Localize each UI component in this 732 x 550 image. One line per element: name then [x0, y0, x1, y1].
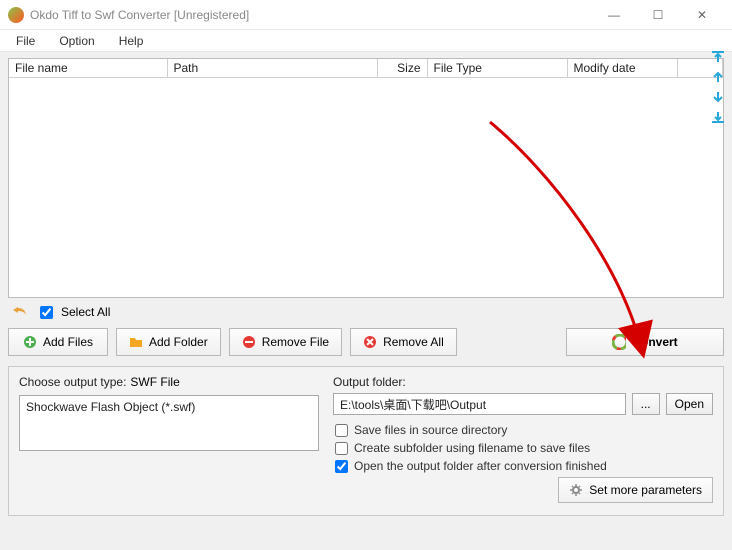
- menu-file[interactable]: File: [6, 32, 45, 50]
- open-after-label: Open the output folder after conversion …: [354, 459, 607, 473]
- col-filetype[interactable]: File Type: [427, 59, 567, 78]
- col-size[interactable]: Size: [377, 59, 427, 78]
- remove-all-icon: [363, 335, 377, 349]
- add-folder-button[interactable]: Add Folder: [116, 328, 221, 356]
- browse-button[interactable]: ...: [632, 393, 660, 415]
- app-icon: [8, 7, 24, 23]
- window-title: Okdo Tiff to Swf Converter [Unregistered…: [30, 8, 592, 22]
- remove-all-button[interactable]: Remove All: [350, 328, 457, 356]
- open-folder-button[interactable]: Open: [666, 393, 713, 415]
- menu-option[interactable]: Option: [49, 32, 104, 50]
- output-folder-input[interactable]: [333, 393, 626, 415]
- file-list[interactable]: File name Path Size File Type Modify dat…: [8, 58, 724, 298]
- output-type-selected: Shockwave Flash Object (*.swf): [26, 400, 312, 414]
- save-in-source-checkbox[interactable]: [335, 424, 348, 437]
- create-subfolder-label: Create subfolder using filename to save …: [354, 441, 590, 455]
- close-button[interactable]: ✕: [680, 1, 724, 29]
- swf-file-label: SWF File: [130, 375, 179, 389]
- choose-output-type-label: Choose output type:: [19, 375, 126, 389]
- minus-icon: [242, 335, 256, 349]
- add-files-button[interactable]: Add Files: [8, 328, 108, 356]
- toolbar: Add Files Add Folder Remove File Remove …: [8, 328, 724, 356]
- output-type-select[interactable]: Shockwave Flash Object (*.swf): [19, 395, 319, 451]
- col-modify[interactable]: Modify date: [567, 59, 677, 78]
- select-all-checkbox[interactable]: [40, 306, 53, 319]
- create-subfolder-checkbox[interactable]: [335, 442, 348, 455]
- select-all-label: Select All: [61, 305, 110, 319]
- remove-file-button[interactable]: Remove File: [229, 328, 342, 356]
- minimize-button[interactable]: —: [592, 1, 636, 29]
- select-all-row: Select All: [8, 298, 724, 328]
- set-more-parameters-button[interactable]: Set more parameters: [558, 477, 713, 503]
- undo-icon[interactable]: [12, 304, 32, 320]
- col-path[interactable]: Path: [167, 59, 377, 78]
- plus-icon: [23, 335, 37, 349]
- open-after-checkbox[interactable]: [335, 460, 348, 473]
- menubar: File Option Help: [0, 30, 732, 52]
- folder-icon: [129, 335, 143, 349]
- convert-button[interactable]: Convert: [566, 328, 724, 356]
- move-down-icon[interactable]: [710, 90, 726, 104]
- menu-help[interactable]: Help: [109, 32, 154, 50]
- output-folder-label: Output folder:: [333, 375, 713, 389]
- output-panel: Choose output type: SWF File Shockwave F…: [8, 366, 724, 516]
- col-filename[interactable]: File name: [9, 59, 167, 78]
- titlebar: Okdo Tiff to Swf Converter [Unregistered…: [0, 0, 732, 30]
- move-up-icon[interactable]: [710, 70, 726, 84]
- save-in-source-label: Save files in source directory: [354, 423, 507, 437]
- convert-icon: [612, 335, 626, 349]
- gear-icon: [569, 483, 583, 497]
- move-top-icon[interactable]: [710, 50, 726, 64]
- maximize-button[interactable]: ☐: [636, 1, 680, 29]
- reorder-icons: [710, 50, 726, 124]
- move-bottom-icon[interactable]: [710, 110, 726, 124]
